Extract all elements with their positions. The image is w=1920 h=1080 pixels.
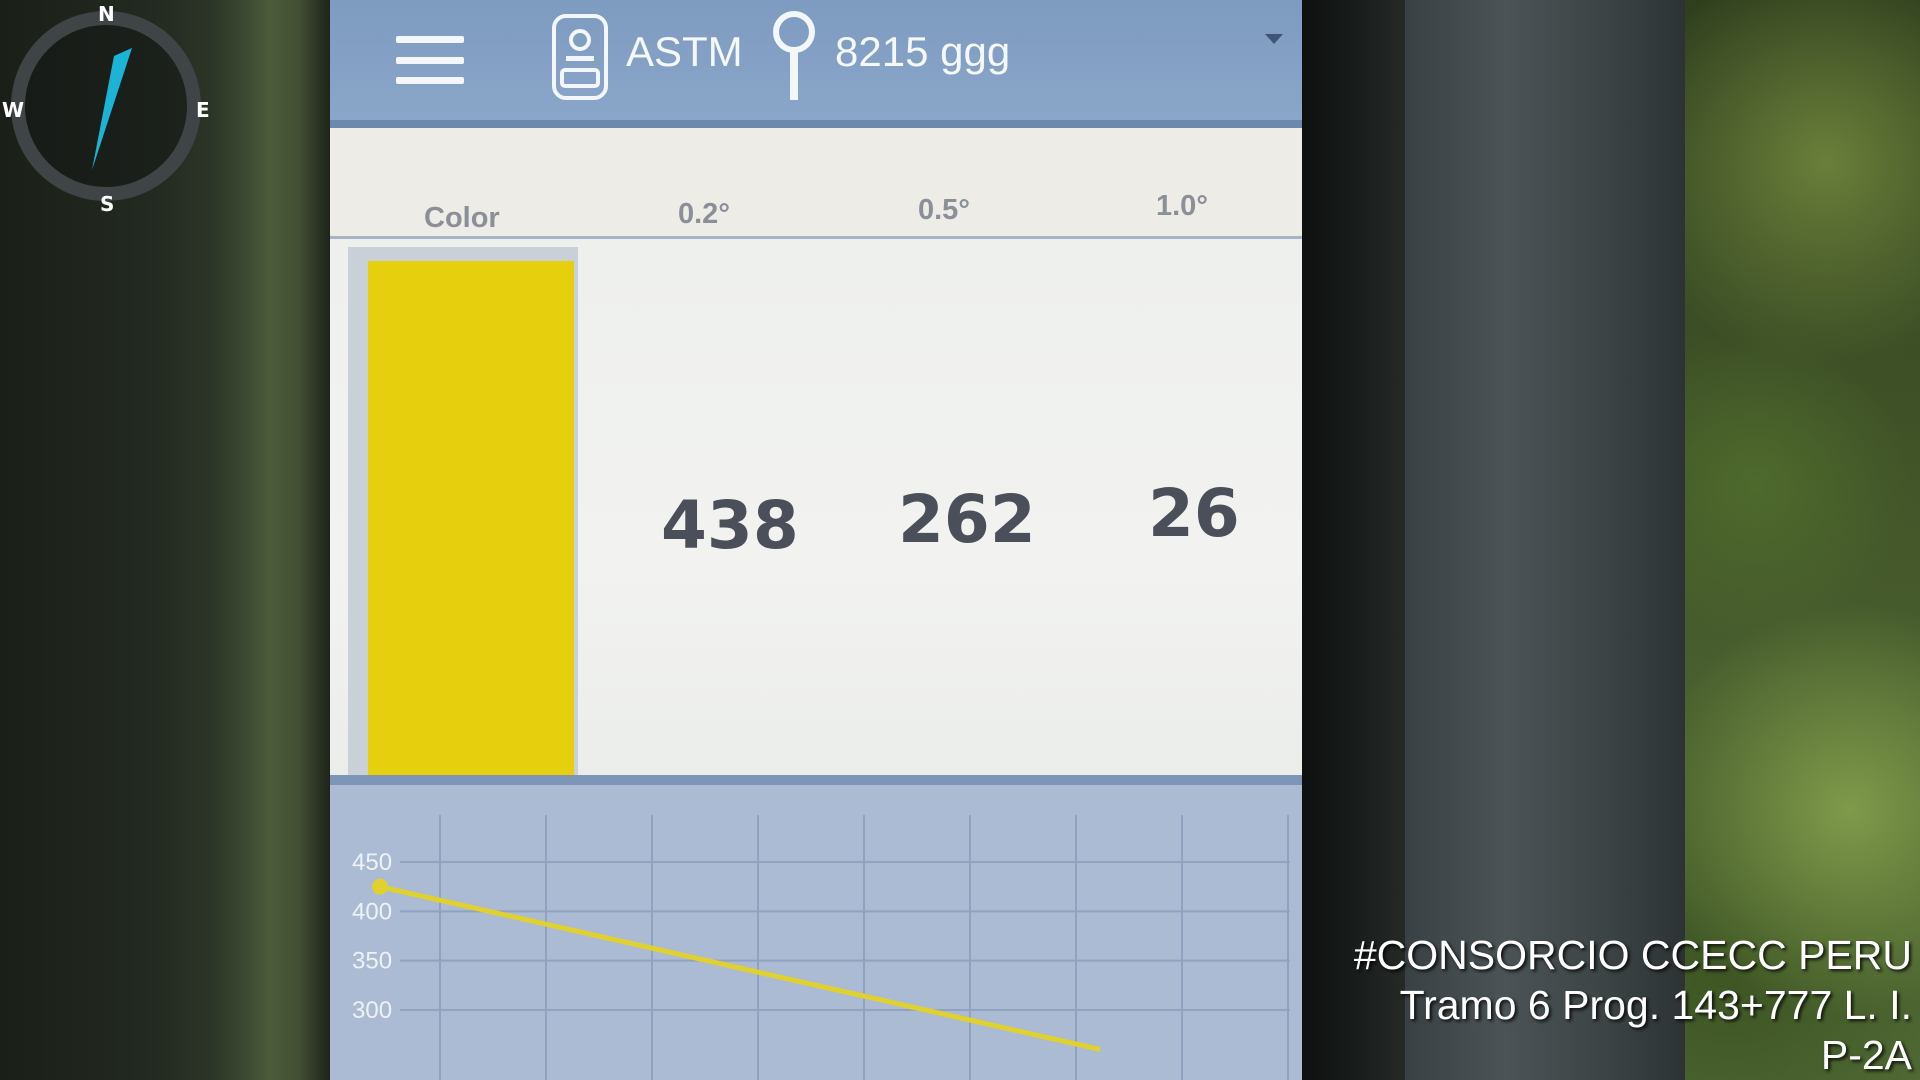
column-header-color: Color: [424, 202, 500, 234]
reading-value-0-2: 438: [661, 487, 799, 564]
history-line-chart: 450 400 350 300: [352, 815, 1290, 1080]
device-screen: ASTM 8215 ggg Color 0.2° 0.5° 1.0° 438 2…: [330, 0, 1302, 1080]
caption-point-id: P-2A: [1820, 1032, 1912, 1078]
photo-background-foliage: [1685, 0, 1920, 1080]
compass-north-label: N: [98, 2, 115, 26]
photo-caption-overlay: #CONSORCIO CCECC PERU Tramo 6 Prog. 143+…: [1354, 930, 1912, 1080]
chart-y-tick-label: 300: [352, 997, 392, 1024]
compass-south-label: S: [100, 192, 115, 216]
chart-y-tick-label: 400: [352, 898, 392, 925]
compass-east-label: E: [196, 98, 210, 122]
chart-data-point: [372, 878, 388, 895]
reading-value-0-5: 262: [898, 481, 1036, 558]
table-header-row: Color 0.2° 0.5° 1.0°: [330, 128, 1302, 239]
caption-location: Tramo 6 Prog. 143+777 L. I.: [1399, 982, 1912, 1028]
column-header-1-0: 1.0°: [1156, 190, 1208, 222]
caption-company: #CONSORCIO CCECC PERU: [1353, 932, 1912, 978]
caret-down-icon[interactable]: [1265, 34, 1283, 44]
history-chart-panel: 450 400 350 300: [330, 775, 1302, 1080]
app-header: ASTM 8215 ggg: [330, 0, 1302, 128]
reading-row: 438 262 26: [330, 239, 1302, 807]
chart-y-tick-label: 350: [352, 948, 392, 975]
measurement-standard: ASTM: [626, 28, 743, 75]
retroreflectometer-icon[interactable]: [548, 12, 612, 102]
location-name[interactable]: 8215 ggg: [835, 28, 1010, 76]
compass-widget: N E S W: [2, 2, 210, 216]
device-bezel: [1300, 0, 1410, 1080]
column-header-0-5: 0.5°: [918, 194, 970, 226]
chart-y-tick-label: 450: [352, 849, 392, 876]
compass-ring-icon: [11, 11, 201, 201]
device-frame: [1405, 0, 1690, 1080]
column-header-0-2: 0.2°: [678, 198, 730, 230]
color-swatch: [368, 261, 574, 786]
map-pin-icon[interactable]: [768, 10, 820, 102]
hamburger-menu-icon[interactable]: [396, 36, 464, 84]
compass-west-label: W: [2, 98, 25, 122]
reading-value-1-0: 26: [1148, 475, 1240, 552]
